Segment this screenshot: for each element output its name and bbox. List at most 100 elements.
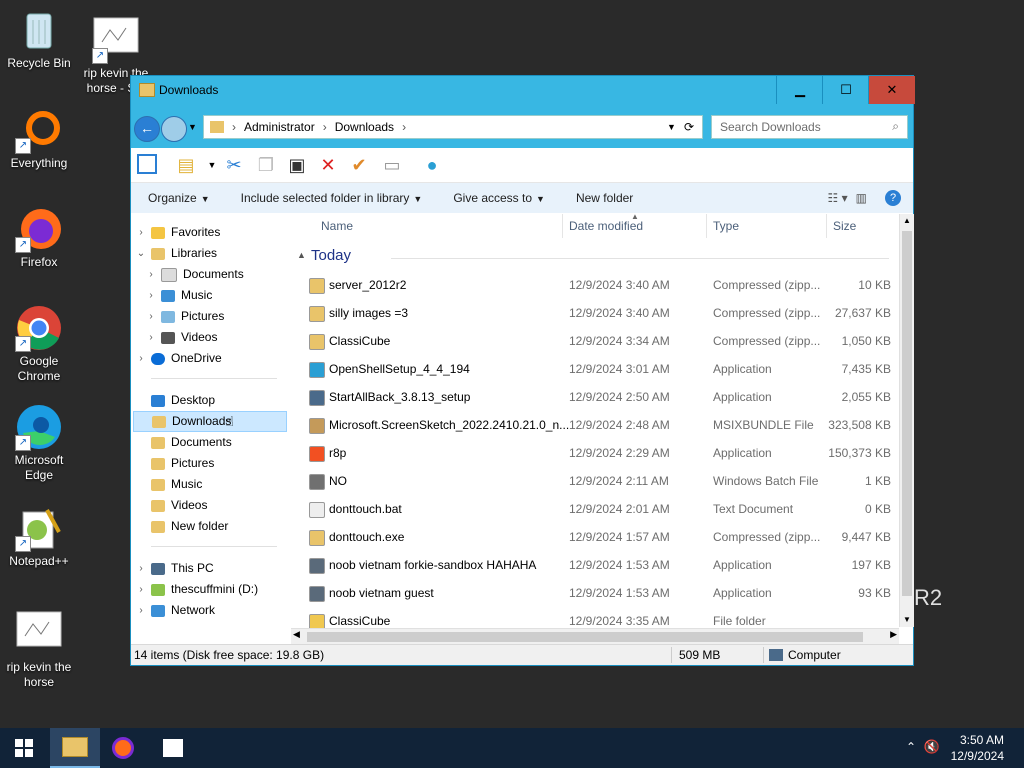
start-button[interactable]	[0, 728, 48, 768]
clock[interactable]: 3:50 AM 12/9/2024	[951, 732, 1004, 764]
group-header-today[interactable]: Today	[311, 247, 351, 264]
scroll-left-icon[interactable]: ◀	[293, 629, 300, 640]
nav-item-favorites[interactable]: › Favorites	[135, 222, 220, 243]
file-row[interactable]: r8p 12/9/2024 2:29 AM Application 150,373 K…	[303, 439, 903, 467]
file-row[interactable]: Microsoft.ScreenSketch_2022.2410.21.0_n.…	[303, 411, 903, 439]
horizontal-scrollbar[interactable]: ◀ ▶	[291, 628, 899, 645]
desktop-icon-notepadpp[interactable]: ↗ Notepad++	[0, 504, 78, 569]
file-row[interactable]: server_2012r2 12/9/2024 3:40 AM Compressed…	[303, 271, 903, 299]
volume-muted-icon[interactable]: 🔇	[924, 739, 940, 755]
nav-item-music[interactable]: Music	[151, 474, 202, 495]
nav-item-desktop[interactable]: Desktop	[151, 390, 215, 411]
address-field[interactable]: › Administrator › Downloads › ▼ ⟳	[203, 115, 703, 139]
refresh-icon[interactable]: ⟳	[684, 120, 694, 134]
file-row[interactable]: donttouch.bat 12/9/2024 2:01 AM Text Docum…	[303, 495, 903, 523]
cut-icon[interactable]: ✂	[223, 154, 245, 176]
column-divider[interactable]	[706, 214, 707, 238]
column-divider[interactable]	[562, 214, 563, 238]
maximize-button[interactable]: ☐	[822, 76, 869, 104]
navigation-pane-icon[interactable]	[137, 154, 157, 174]
scroll-up-icon[interactable]: ▲	[900, 214, 914, 228]
file-row[interactable]: noob vietnam guest 12/9/2024 1:53 AM Appli…	[303, 579, 903, 607]
expand-icon[interactable]: ›	[145, 264, 157, 285]
nav-item-pictures[interactable]: Pictures	[151, 453, 214, 474]
expand-icon[interactable]: ›	[135, 558, 147, 579]
breadcrumb-downloads[interactable]: Downloads	[335, 120, 394, 134]
file-row[interactable]: OpenShellSetup_4_4_194 12/9/2024 3:01 AM A…	[303, 355, 903, 383]
expand-icon[interactable]: ›	[135, 579, 147, 600]
nav-item-this-pc[interactable]: › This PC	[135, 558, 213, 579]
view-options-icon[interactable]: ☷ ▾	[828, 191, 848, 205]
back-button[interactable]: ←	[134, 116, 160, 142]
column-header-type[interactable]: Type	[713, 214, 739, 238]
expand-icon[interactable]: ›	[135, 600, 147, 621]
nav-item-drive-d[interactable]: › thescuffmini (D:)	[135, 579, 258, 600]
desktop-icon-recycle-bin[interactable]: Recycle Bin	[0, 6, 78, 71]
collapse-icon[interactable]: ⌄	[135, 243, 147, 264]
nav-item-lib-documents[interactable]: › Documents	[145, 264, 244, 285]
nav-item-videos[interactable]: Videos	[151, 495, 207, 516]
nav-item-onedrive[interactable]: › OneDrive	[135, 348, 221, 369]
expand-icon[interactable]: ›	[145, 306, 157, 327]
desktop-icon-chrome[interactable]: ↗ Google Chrome	[0, 304, 78, 384]
taskbar-store[interactable]	[150, 728, 196, 768]
desktop-icon-everything[interactable]: ↗ Everything	[0, 106, 78, 171]
desktop-icon-firefox[interactable]: ↗ Firefox	[0, 205, 78, 270]
scroll-thumb[interactable]	[307, 632, 863, 642]
scroll-thumb[interactable]	[902, 231, 912, 596]
desktop-icon-rip-kevin[interactable]: rip kevin the horse	[0, 610, 78, 690]
expand-icon[interactable]: ›	[135, 222, 147, 243]
close-button[interactable]: ✕	[868, 76, 915, 104]
expand-icon[interactable]: ›	[145, 327, 157, 348]
file-row[interactable]: donttouch.exe 12/9/2024 1:57 AM Compressed…	[303, 523, 903, 551]
group-collapse-icon[interactable]: ▲	[297, 250, 306, 260]
nav-item-lib-videos[interactable]: › Videos	[145, 327, 217, 348]
file-row[interactable]: StartAllBack_3.8.13_setup 12/9/2024 2:50 …	[303, 383, 903, 411]
forward-button[interactable]	[161, 116, 187, 142]
nav-item-downloads[interactable]: Downloads ☝	[133, 411, 287, 432]
nav-item-libraries[interactable]: ⌄ Libraries	[135, 243, 217, 264]
column-header-size[interactable]: Size	[833, 214, 856, 238]
scroll-down-icon[interactable]: ▼	[900, 613, 914, 627]
delete-icon[interactable]: ✕	[317, 154, 339, 176]
nav-item-new-folder[interactable]: New folder	[151, 516, 228, 537]
give-access-menu[interactable]: Give access to ▼	[453, 191, 545, 205]
paste-icon[interactable]: ▣	[286, 154, 308, 176]
column-divider[interactable]	[826, 214, 827, 238]
preview-pane-icon[interactable]: ▥	[856, 191, 867, 205]
open-shell-icon[interactable]: ●	[421, 154, 443, 176]
recent-locations-icon[interactable]: ▼	[188, 122, 197, 132]
dropdown-icon[interactable]: ▼	[201, 154, 223, 176]
taskbar-file-explorer[interactable]	[50, 728, 100, 768]
title-bar[interactable]: Downloads ▁ ☐ ✕	[131, 76, 915, 105]
file-row[interactable]: ClassiCube 12/9/2024 3:35 AM File folder	[303, 607, 903, 629]
taskbar-firefox[interactable]	[100, 728, 146, 768]
expand-icon[interactable]: ›	[135, 348, 147, 369]
expand-icon[interactable]: ›	[145, 285, 157, 306]
copy-icon[interactable]: ❐	[255, 154, 277, 176]
column-header-date[interactable]: Date modified	[569, 214, 643, 238]
nav-item-lib-pictures[interactable]: › Pictures	[145, 306, 224, 327]
new-folder-button[interactable]: New folder	[576, 191, 633, 205]
include-in-library-menu[interactable]: Include selected folder in library ▼	[241, 191, 423, 205]
file-row[interactable]: NO 12/9/2024 2:11 AM Windows Batch File 1 K…	[303, 467, 903, 495]
file-row[interactable]: silly images =3 12/9/2024 3:40 AM Compress…	[303, 299, 903, 327]
minimize-button[interactable]: ▁	[776, 76, 823, 104]
desktop-icon-edge[interactable]: ↗ Microsoft Edge	[0, 403, 78, 483]
search-input[interactable]: Search Downloads ⌕	[711, 115, 908, 139]
properties-icon[interactable]: ✔	[348, 154, 370, 176]
rename-icon[interactable]: ▭	[381, 154, 403, 176]
scroll-right-icon[interactable]: ▶	[890, 629, 897, 640]
breadcrumb-administrator[interactable]: Administrator	[244, 120, 315, 134]
vertical-scrollbar[interactable]: ▲ ▼	[899, 214, 914, 627]
nav-item-network[interactable]: › Network	[135, 600, 215, 621]
address-dropdown-icon[interactable]: ▼	[667, 122, 676, 132]
organize-menu[interactable]: Organize ▼	[148, 191, 210, 205]
folder-options-icon[interactable]: ▤	[175, 154, 197, 176]
file-row[interactable]: ClassiCube 12/9/2024 3:34 AM Compressed (z…	[303, 327, 903, 355]
help-icon[interactable]: ?	[885, 190, 901, 206]
show-hidden-icons-icon[interactable]: ⌃	[906, 740, 916, 754]
column-header-name[interactable]: Name	[321, 214, 353, 238]
nav-item-documents[interactable]: Documents	[151, 432, 232, 453]
file-row[interactable]: noob vietnam forkie-sandbox HAHAHA 12/9/2…	[303, 551, 903, 579]
